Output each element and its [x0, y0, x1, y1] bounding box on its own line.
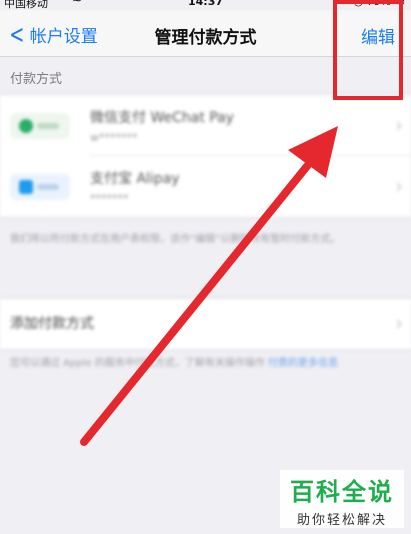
alipay-icon [10, 174, 70, 200]
add-payment-method-row[interactable]: 添加付款方式 › [0, 298, 411, 350]
chevron-right-icon: › [395, 311, 403, 335]
payment-method-account: w******* [90, 131, 138, 144]
chevron-right-icon: › [395, 174, 403, 198]
payment-method-wechat[interactable]: 微信支付 WeChat Pay w******* › [0, 95, 411, 156]
edit-highlight-box [333, 0, 403, 100]
add-payment-note: 您可以通过 Apple 的服务中付款方式，了解有关操作操作 付费的更多信息 [10, 356, 390, 371]
payment-method-alipay[interactable]: 支付宝 Alipay ******* › [0, 156, 411, 216]
watermark-logo: 百科全说 助你轻松解决 [280, 470, 404, 528]
wechat-pay-icon [10, 113, 70, 139]
section-header-payment: 付款方式 [10, 72, 63, 87]
add-payment-method-label: 添加付款方式 [10, 316, 94, 332]
payment-method-name: 微信支付 WeChat Pay [90, 110, 234, 126]
add-payment-note-text: 您可以通过 Apple 的服务中付款方式，了解有关操作操作 [10, 358, 265, 369]
payment-method-account: ******* [90, 192, 129, 205]
payment-note: 我们将以所付款方式在用户表权限，该作“编辑”以删除所有暂时付款方式。 [10, 234, 341, 245]
clock: 14:37 [188, 0, 224, 8]
wifi-icon: ≈ [72, 0, 82, 6]
screen: 中国移动 ≈ 14:37 ◔ 79% ▭ < 帐户设置 管理付款方式 编辑 付款… [0, 0, 411, 534]
payment-method-name: 支付宝 Alipay [90, 171, 180, 187]
watermark-subtitle: 助你轻松解决 [296, 513, 387, 528]
payment-methods-list: 微信支付 WeChat Pay w******* › 支付宝 Alipay **… [0, 94, 411, 218]
chevron-right-icon: › [395, 113, 403, 137]
add-payment-note-link[interactable]: 付费的更多信息 [268, 358, 338, 369]
watermark-title: 百科全说 [290, 478, 394, 506]
